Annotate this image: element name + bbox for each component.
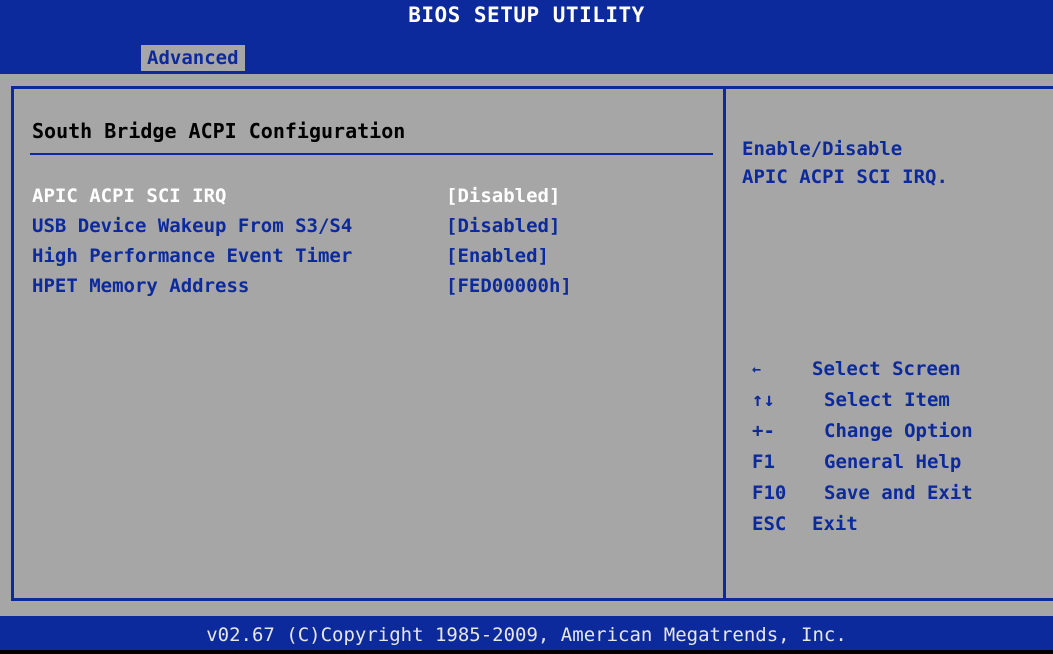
- key-row-save-and-exit: F10 Save and Exit: [752, 478, 973, 509]
- setting-apic-acpi-sci-irq[interactable]: APIC ACPI SCI IRQ [Disabled]: [32, 183, 722, 209]
- copyright-text: v02.67 (C)Copyright 1985-2009, American …: [206, 624, 847, 646]
- key-row-change-option: +- Change Option: [752, 416, 973, 447]
- setting-label: High Performance Event Timer: [32, 245, 353, 267]
- key-desc: Change Option: [824, 420, 973, 442]
- esc-key: ESC: [752, 513, 787, 535]
- setting-label: USB Device Wakeup From S3/S4: [32, 215, 353, 237]
- key-row-general-help: F1 General Help: [752, 447, 961, 478]
- bios-title-bar: BIOS SETUP UTILITY: [0, 0, 1053, 31]
- help-text: Enable/Disable APIC ACPI SCI IRQ.: [742, 135, 1042, 191]
- section-title: South Bridge ACPI Configuration: [32, 119, 406, 143]
- setting-value[interactable]: [Enabled]: [446, 243, 549, 269]
- key-desc: Select Screen: [812, 358, 961, 380]
- key-row-select-screen: ← Select Screen: [752, 354, 961, 385]
- settings-panel: South Bridge ACPI Configuration APIC ACP…: [11, 86, 726, 601]
- help-line: APIC ACPI SCI IRQ.: [742, 166, 948, 188]
- plus-minus-key: +-: [752, 420, 775, 442]
- setting-label: APIC ACPI SCI IRQ: [32, 185, 227, 207]
- setting-high-performance-event-timer[interactable]: High Performance Event Timer [Enabled]: [32, 243, 722, 269]
- key-desc: Exit: [812, 513, 858, 535]
- key-row-select-item: ↑↓ Select Item: [752, 385, 950, 416]
- f10-key: F10: [752, 482, 787, 504]
- key-row-exit: ESC Exit: [752, 509, 858, 540]
- tab-advanced[interactable]: Advanced: [141, 45, 245, 71]
- help-line: Enable/Disable: [742, 138, 903, 160]
- setting-label: HPET Memory Address: [32, 275, 250, 297]
- key-legend: ← Select Screen ↑↓ Select Item +- Change…: [752, 354, 973, 540]
- setting-value[interactable]: [FED00000h]: [446, 273, 572, 299]
- f1-key: F1: [752, 451, 775, 473]
- setting-hpet-memory-address[interactable]: HPET Memory Address [FED00000h]: [32, 273, 722, 299]
- main-area: South Bridge ACPI Configuration APIC ACP…: [0, 74, 1053, 616]
- key-desc: Save and Exit: [824, 482, 973, 504]
- footer-bar: v02.67 (C)Copyright 1985-2009, American …: [0, 616, 1053, 650]
- setting-usb-device-wakeup[interactable]: USB Device Wakeup From S3/S4 [Disabled]: [32, 213, 722, 239]
- help-panel: Enable/Disable APIC ACPI SCI IRQ. ← Sele…: [726, 86, 1053, 601]
- setting-value[interactable]: [Disabled]: [446, 213, 560, 239]
- arrow-left-icon: ←: [752, 360, 762, 378]
- key-desc: Select Item: [824, 389, 950, 411]
- tab-strip: Advanced: [0, 31, 1053, 74]
- arrow-up-down-icon: ↑↓: [752, 389, 775, 411]
- setting-value[interactable]: [Disabled]: [446, 183, 560, 209]
- key-desc: General Help: [824, 451, 962, 473]
- section-divider: [30, 153, 713, 155]
- window-title: BIOS SETUP UTILITY: [408, 3, 645, 27]
